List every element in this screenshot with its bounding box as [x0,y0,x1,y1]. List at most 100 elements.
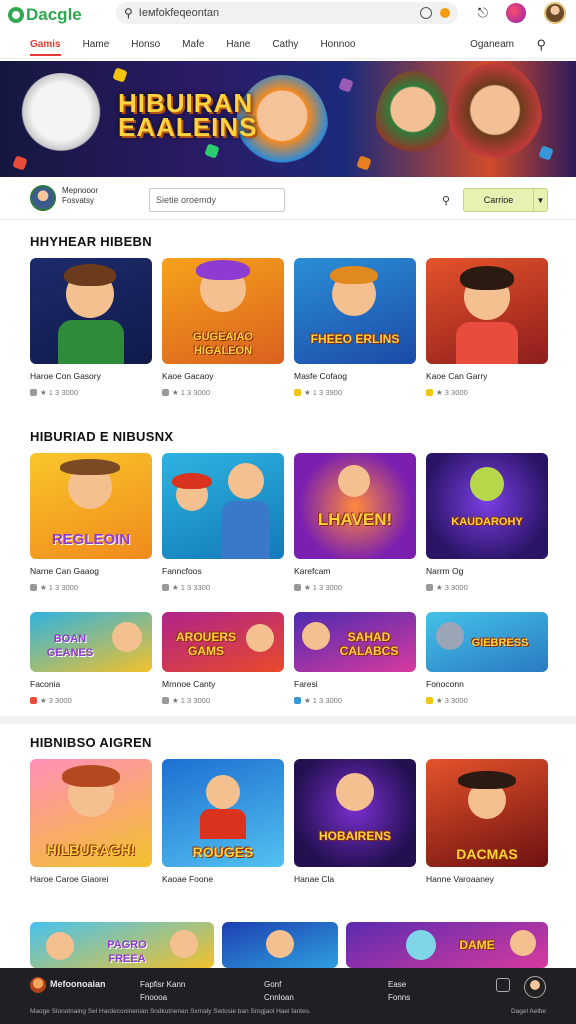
game-card[interactable]: SAHAD CALABCS Faresi ★ 1 3 3000 [294,612,416,705]
game-thumbnail: SAHAD CALABCS [294,612,416,672]
rating-icon [294,389,301,396]
footer-link[interactable]: Fapfisr Kann [140,978,185,991]
game-title: Karefcam [294,566,331,576]
game-title: Hanae Cla [294,874,335,884]
footer-brand[interactable]: Mefoonoaian [50,978,106,991]
game-logo-text: BOAN GEANES [46,633,94,659]
nav-search-icon[interactable]: ⚲ [536,37,546,53]
game-logo-text: LHAVEN! [317,510,393,529]
game-card[interactable]: AROUERS GAMS Mrnnoe Canty ★ 1 3 3000 [162,612,284,705]
nav-item-home[interactable]: Hame [83,33,110,56]
game-card[interactable]: DAME [346,922,548,968]
game-title: Narrm Og [426,566,464,576]
game-title: Hanne Varoaaney [426,874,494,884]
footer-settings-icon[interactable] [496,978,510,992]
profile-name: Mepnooor [62,186,99,195]
site-logo[interactable]: Dacgle [8,5,108,25]
game-card[interactable] [222,922,338,968]
rating-icon [30,389,37,396]
game-thumbnail: KAUDAROHY [426,453,548,559]
game-card[interactable]: GIEBRESS Fonoconn ★ 3 3000 [426,612,548,705]
section-divider [0,716,576,724]
game-meta-text: ★ 1 3 3000 [40,388,79,397]
rating-icon [162,584,169,591]
game-thumbnail [162,453,284,559]
game-card[interactable]: ROUGES Kaoae Foone [162,759,284,884]
game-title: Mrnnoe Canty [162,679,216,689]
rating-icon [294,697,301,704]
game-card[interactable]: REGLEOIN Narne Can Gaaog ★ 1 3 3000 [30,453,152,592]
game-card[interactable]: GUGEAIAO HIGALEON Kaoe Gacaoy ★ 1 3 3000 [162,258,284,397]
game-card[interactable]: PAGRO FREEA [30,922,214,968]
game-card[interactable]: DACMAS Hanne Varoaaney [426,759,548,884]
game-logo-text: HOBAIRENS [318,829,391,843]
gem-decoration [12,155,28,171]
footer-legal-right[interactable]: Dagel Aelbe [511,1008,546,1015]
footer-column: Ease Fonns [388,978,410,1004]
nav-item-games[interactable]: Gamis [30,33,61,56]
footer-avatar[interactable] [524,976,546,998]
search-input[interactable]: ⚲ Iемfokfeqeontan [116,2,458,24]
game-card[interactable]: KAUDAROHY Narrm Og ★ 3 3000 [426,453,548,592]
character-image [338,465,370,497]
apps-icon[interactable] [506,3,526,23]
game-card[interactable]: LHAVEN! Karefcam ★ 1 3 3000 [294,453,416,592]
gem-decoration [356,155,372,171]
game-meta: ★ 1 3 3000 [162,388,284,397]
filter-input[interactable]: Sietie oroemdy [149,188,285,212]
character-elf-image [376,71,450,167]
notification-icon[interactable]: ⎋ [478,5,488,21]
lens-icon[interactable] [440,8,450,18]
game-logo-text: ROUGES [192,844,254,860]
footer-link[interactable]: Cnnloan [264,991,294,1004]
game-card[interactable]: BOAN GEANES Faconia ★ 3 3000 [30,612,152,705]
profile-dropdown[interactable]: Mepnooor Fosvatsy [62,186,98,206]
character-body [58,320,124,364]
game-thumbnail: BOAN GEANES [30,612,152,672]
game-title: Haroe Caroe Giaorei [30,874,109,884]
nav-item-3[interactable]: Mafe [182,33,204,56]
rating-icon [162,389,169,396]
game-card[interactable]: FHEEO ERLINS Masfe Cofaog ★ 1 3 3900 [294,258,416,397]
game-title: Fonoconn [426,679,464,689]
game-meta: ★ 1 3 3900 [294,388,416,397]
game-meta-text: ★ 1 3 3900 [304,388,343,397]
game-title: Faconia [30,679,61,689]
character-image [510,930,536,956]
footer-link[interactable]: Fonns [388,991,410,1004]
game-logo-text: GIEBRESS [471,637,529,649]
microphone-icon[interactable] [420,7,432,19]
game-logo-text: SAHAD CALABCS [339,630,399,658]
character-body [222,501,270,559]
game-logo-text: DAME [459,938,495,952]
game-title: Faresi [294,679,318,689]
hero-banner[interactable]: HIBUIRAN EAALEINS [0,61,576,177]
nav-item-4[interactable]: Hane [226,33,250,56]
game-meta-text: ★ 1 3 3300 [172,583,211,592]
game-thumbnail: LHAVEN! [294,453,416,559]
nav-item-6[interactable]: Honnoo [320,33,355,56]
nav-right-link[interactable]: Oganeam [470,39,514,50]
main-nav: Gamis Hame Honso Mafe Hane Cathy Honnoo … [0,31,576,59]
game-thumbnail [222,922,338,968]
game-card[interactable]: Haroe Con Gasory ★ 1 3 3000 [30,258,152,397]
character-hair [330,266,378,284]
character-image [266,930,294,958]
user-avatar[interactable] [544,2,566,24]
game-logo-text: REGLEOIN [51,531,131,548]
nav-item-5[interactable]: Cathy [272,33,298,56]
filter-search-icon[interactable]: ⚲ [442,194,450,207]
game-title: Kaoe Gacaoy [162,371,214,381]
game-card[interactable]: Kaoe Can Garry ★ 3 3000 [426,258,548,397]
category-select[interactable]: Carrioe ▼ [463,188,548,212]
profile-avatar[interactable] [30,185,56,211]
footer-link[interactable]: Gonf [264,978,294,991]
character-man-image [448,63,542,175]
footer-link[interactable]: Fnoooa [140,991,185,1004]
footer-link[interactable]: Ease [388,978,410,991]
nav-item-2[interactable]: Honso [131,33,160,56]
game-card[interactable]: HILBURAGH! Haroe Caroe Giaorei [30,759,152,884]
game-card[interactable]: HOBAIRENS Hanae Cla [294,759,416,884]
game-meta-text: ★ 3 3000 [40,696,72,705]
game-card[interactable]: Fanncfoos ★ 1 3 3300 [162,453,284,592]
